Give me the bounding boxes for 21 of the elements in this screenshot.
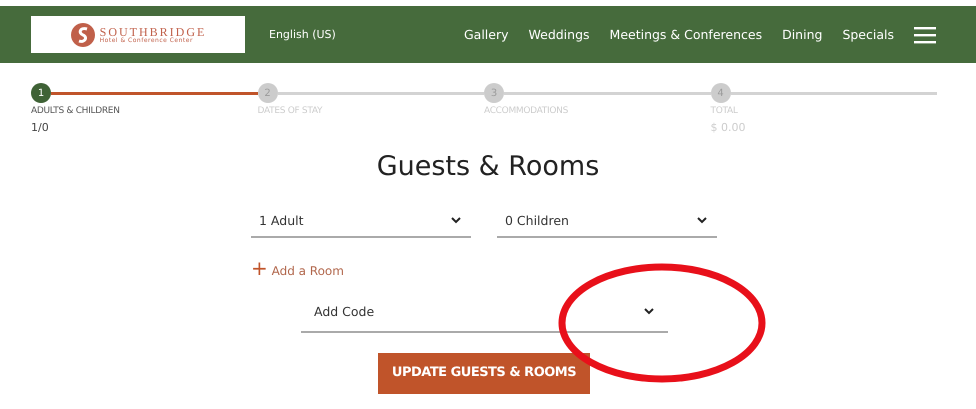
logo-mark-icon	[70, 22, 96, 48]
chevron-icon	[451, 217, 461, 224]
add-room-link[interactable]: + Add a Room	[251, 264, 344, 278]
dropdown[interactable]: 1 Adult	[251, 207, 471, 238]
update-button[interactable]: UPDATE GUESTS & ROOMS	[378, 353, 590, 394]
code-dropdown[interactable]: Add Code	[301, 298, 668, 333]
step-number[interactable]: 1	[31, 83, 51, 103]
nav-link[interactable]: Gallery	[464, 27, 508, 42]
chevron-icon	[697, 217, 707, 224]
nav-link[interactable]: Meetings & Conferences	[610, 27, 762, 42]
nav-link[interactable]: Weddings	[528, 27, 590, 42]
step-label: ADULTS & CHILDREN	[31, 106, 121, 116]
language-link[interactable]: English (US)	[269, 28, 336, 41]
nav-link[interactable]: Specials	[842, 27, 894, 42]
logo-name: SOUTHBRIDGE	[100, 26, 206, 38]
menu-icon[interactable]	[914, 26, 936, 44]
nav-link[interactable]: Dining	[782, 27, 822, 42]
chevron-icon	[644, 308, 654, 315]
step-value: 1/0	[31, 121, 50, 134]
page-title: Guests & Rooms	[376, 151, 600, 182]
dropdown[interactable]: 0 Children	[497, 207, 717, 238]
